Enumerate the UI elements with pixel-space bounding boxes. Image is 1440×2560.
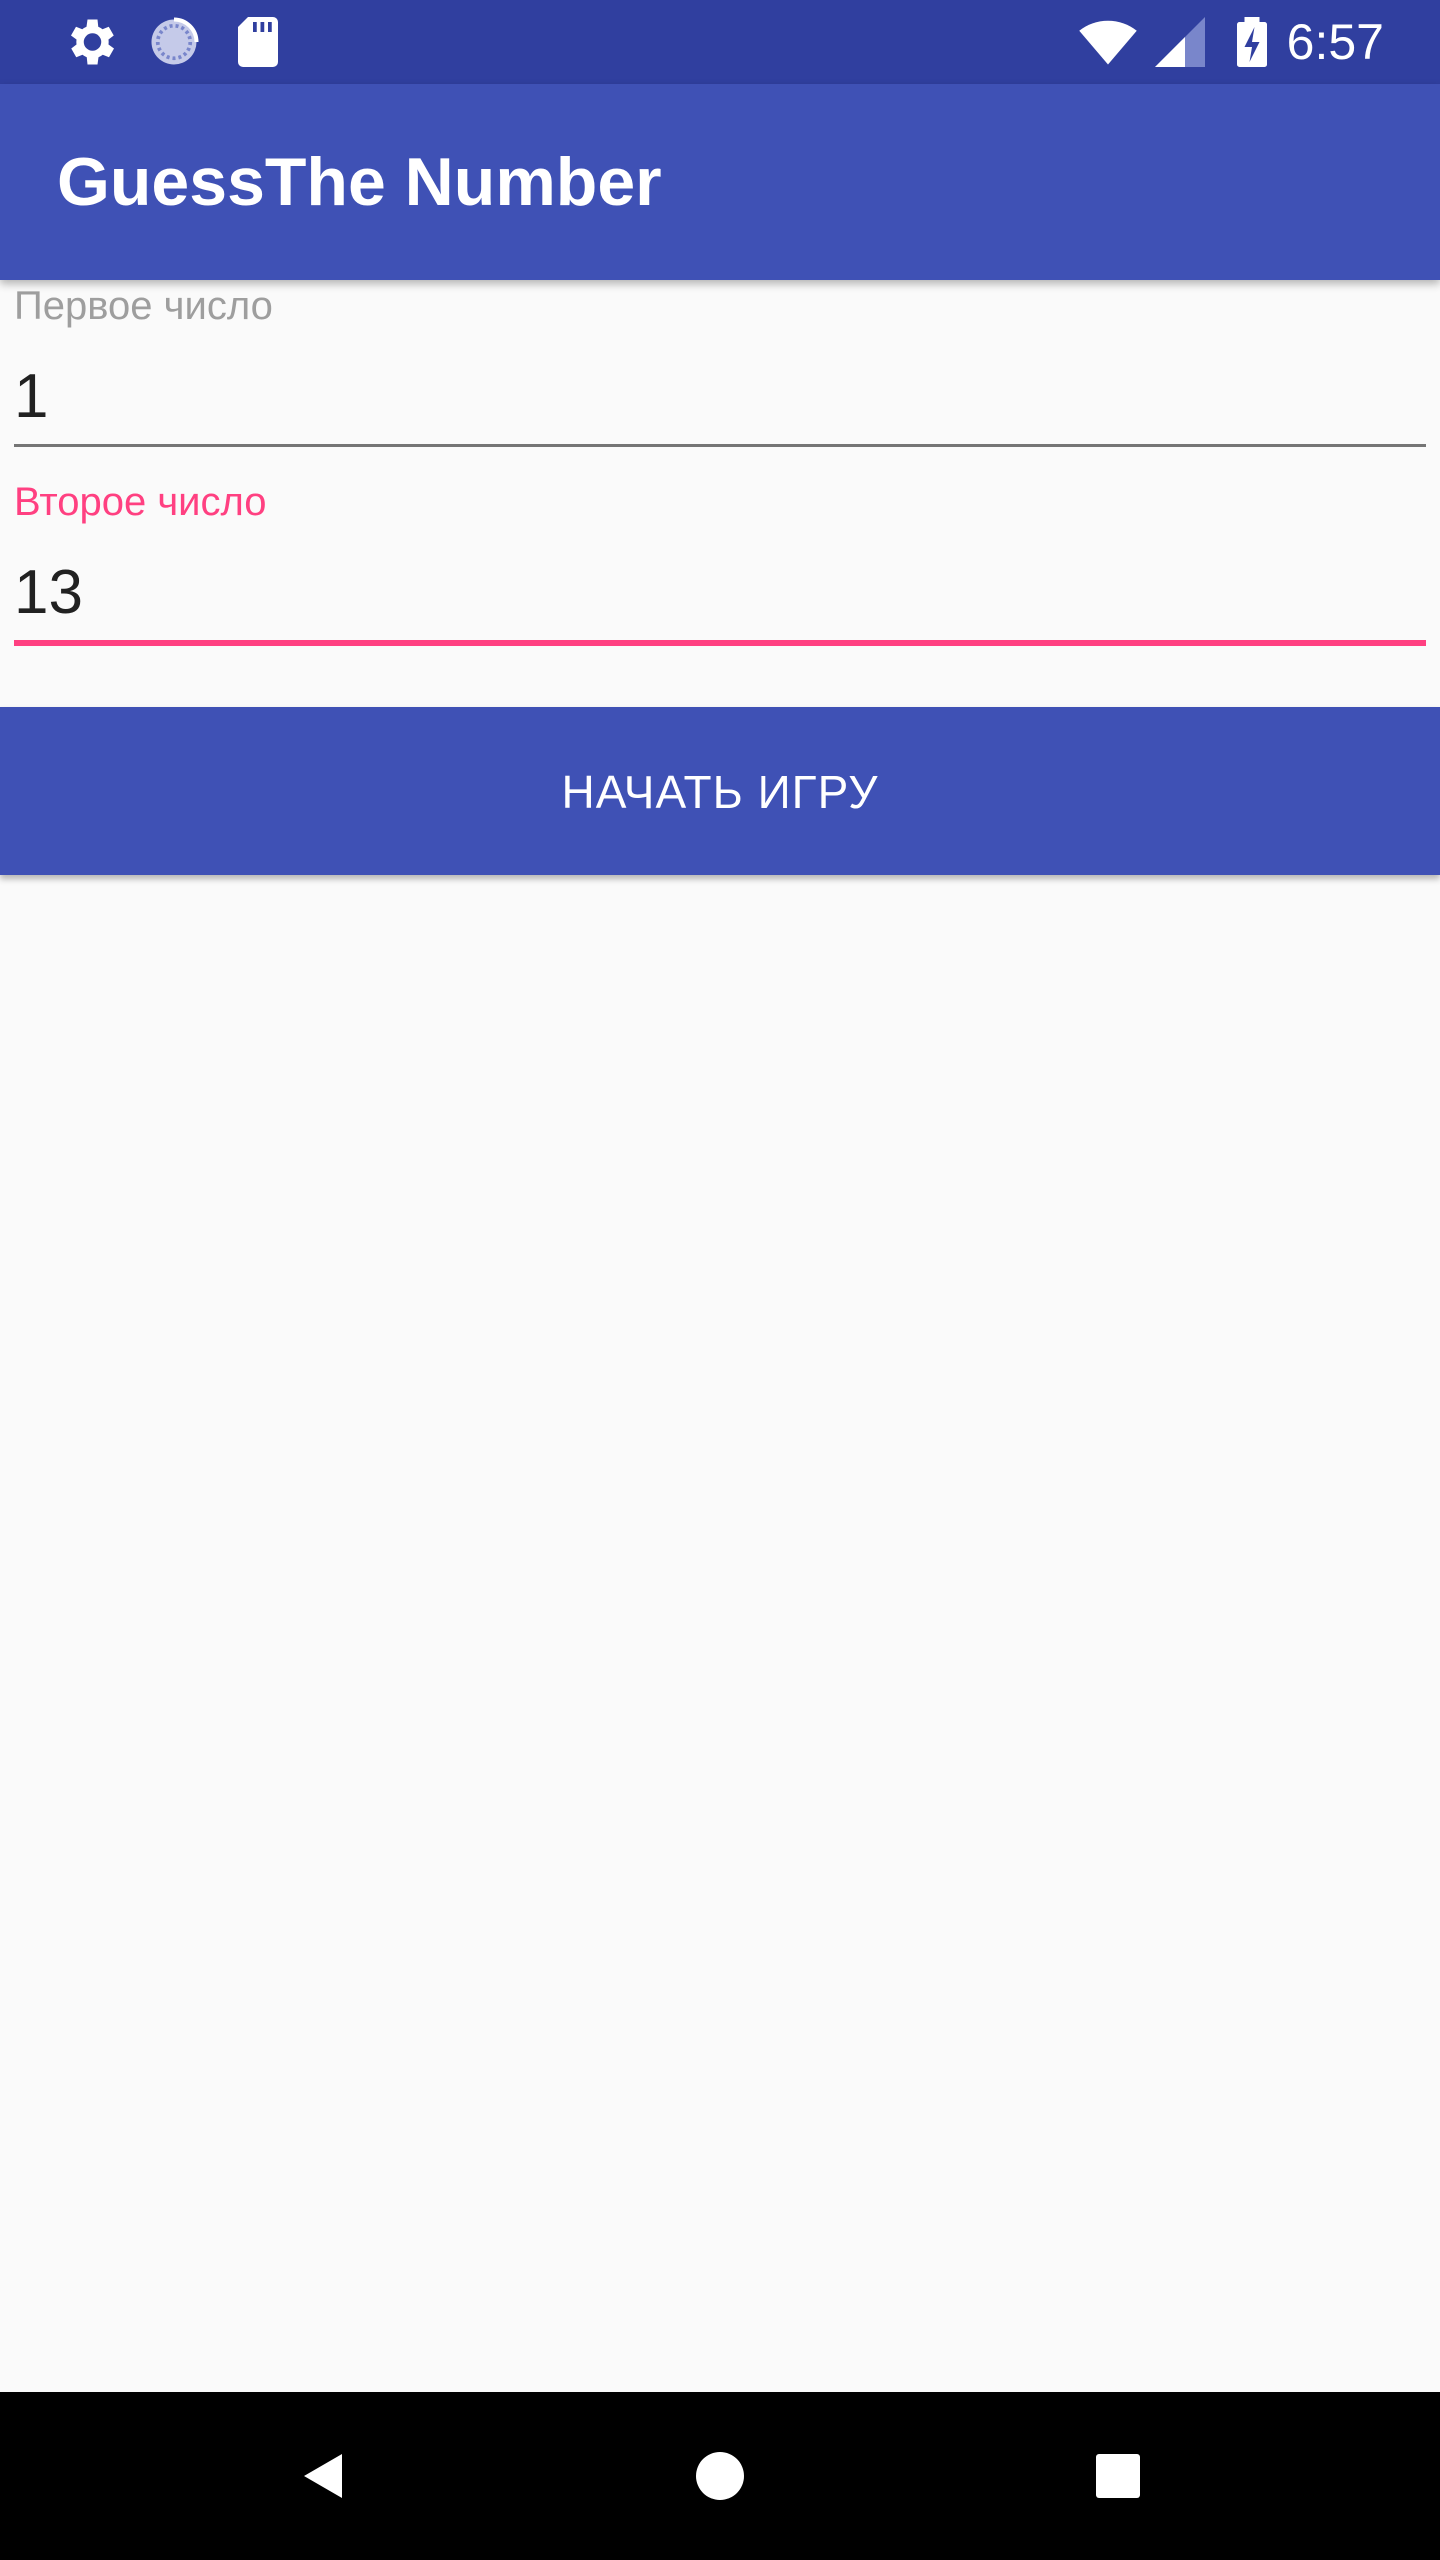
sync-icon (144, 12, 204, 72)
app-title: GuessThe Number (57, 144, 662, 220)
first-number-input[interactable] (14, 360, 1426, 434)
second-number-label: Второе число (14, 480, 267, 524)
second-number-underline (14, 640, 1426, 646)
status-time: 6:57 (1286, 14, 1384, 70)
battery-charging-icon (1222, 12, 1282, 72)
app-bar: GuessThe Number (0, 84, 1440, 280)
first-number-label: Первое число (14, 284, 273, 328)
start-game-button[interactable]: НАЧАТЬ ИГРУ (0, 707, 1440, 875)
second-number-field[interactable]: Второе число (14, 476, 1426, 650)
signal-icon (1150, 12, 1210, 72)
home-icon[interactable] (680, 2436, 760, 2516)
sd-card-icon (228, 12, 288, 72)
status-bar: 6:57 (0, 0, 1440, 84)
wifi-icon (1078, 12, 1138, 72)
screen: 6:57 GuessThe Number Первое число Второе… (0, 0, 1440, 2560)
first-number-field[interactable]: Первое число (14, 280, 1426, 450)
recents-icon[interactable] (1078, 2436, 1158, 2516)
gear-icon (60, 12, 120, 72)
second-number-input[interactable] (14, 556, 1426, 630)
back-icon[interactable] (282, 2436, 362, 2516)
navigation-bar (0, 2392, 1440, 2560)
first-number-underline (14, 444, 1426, 447)
